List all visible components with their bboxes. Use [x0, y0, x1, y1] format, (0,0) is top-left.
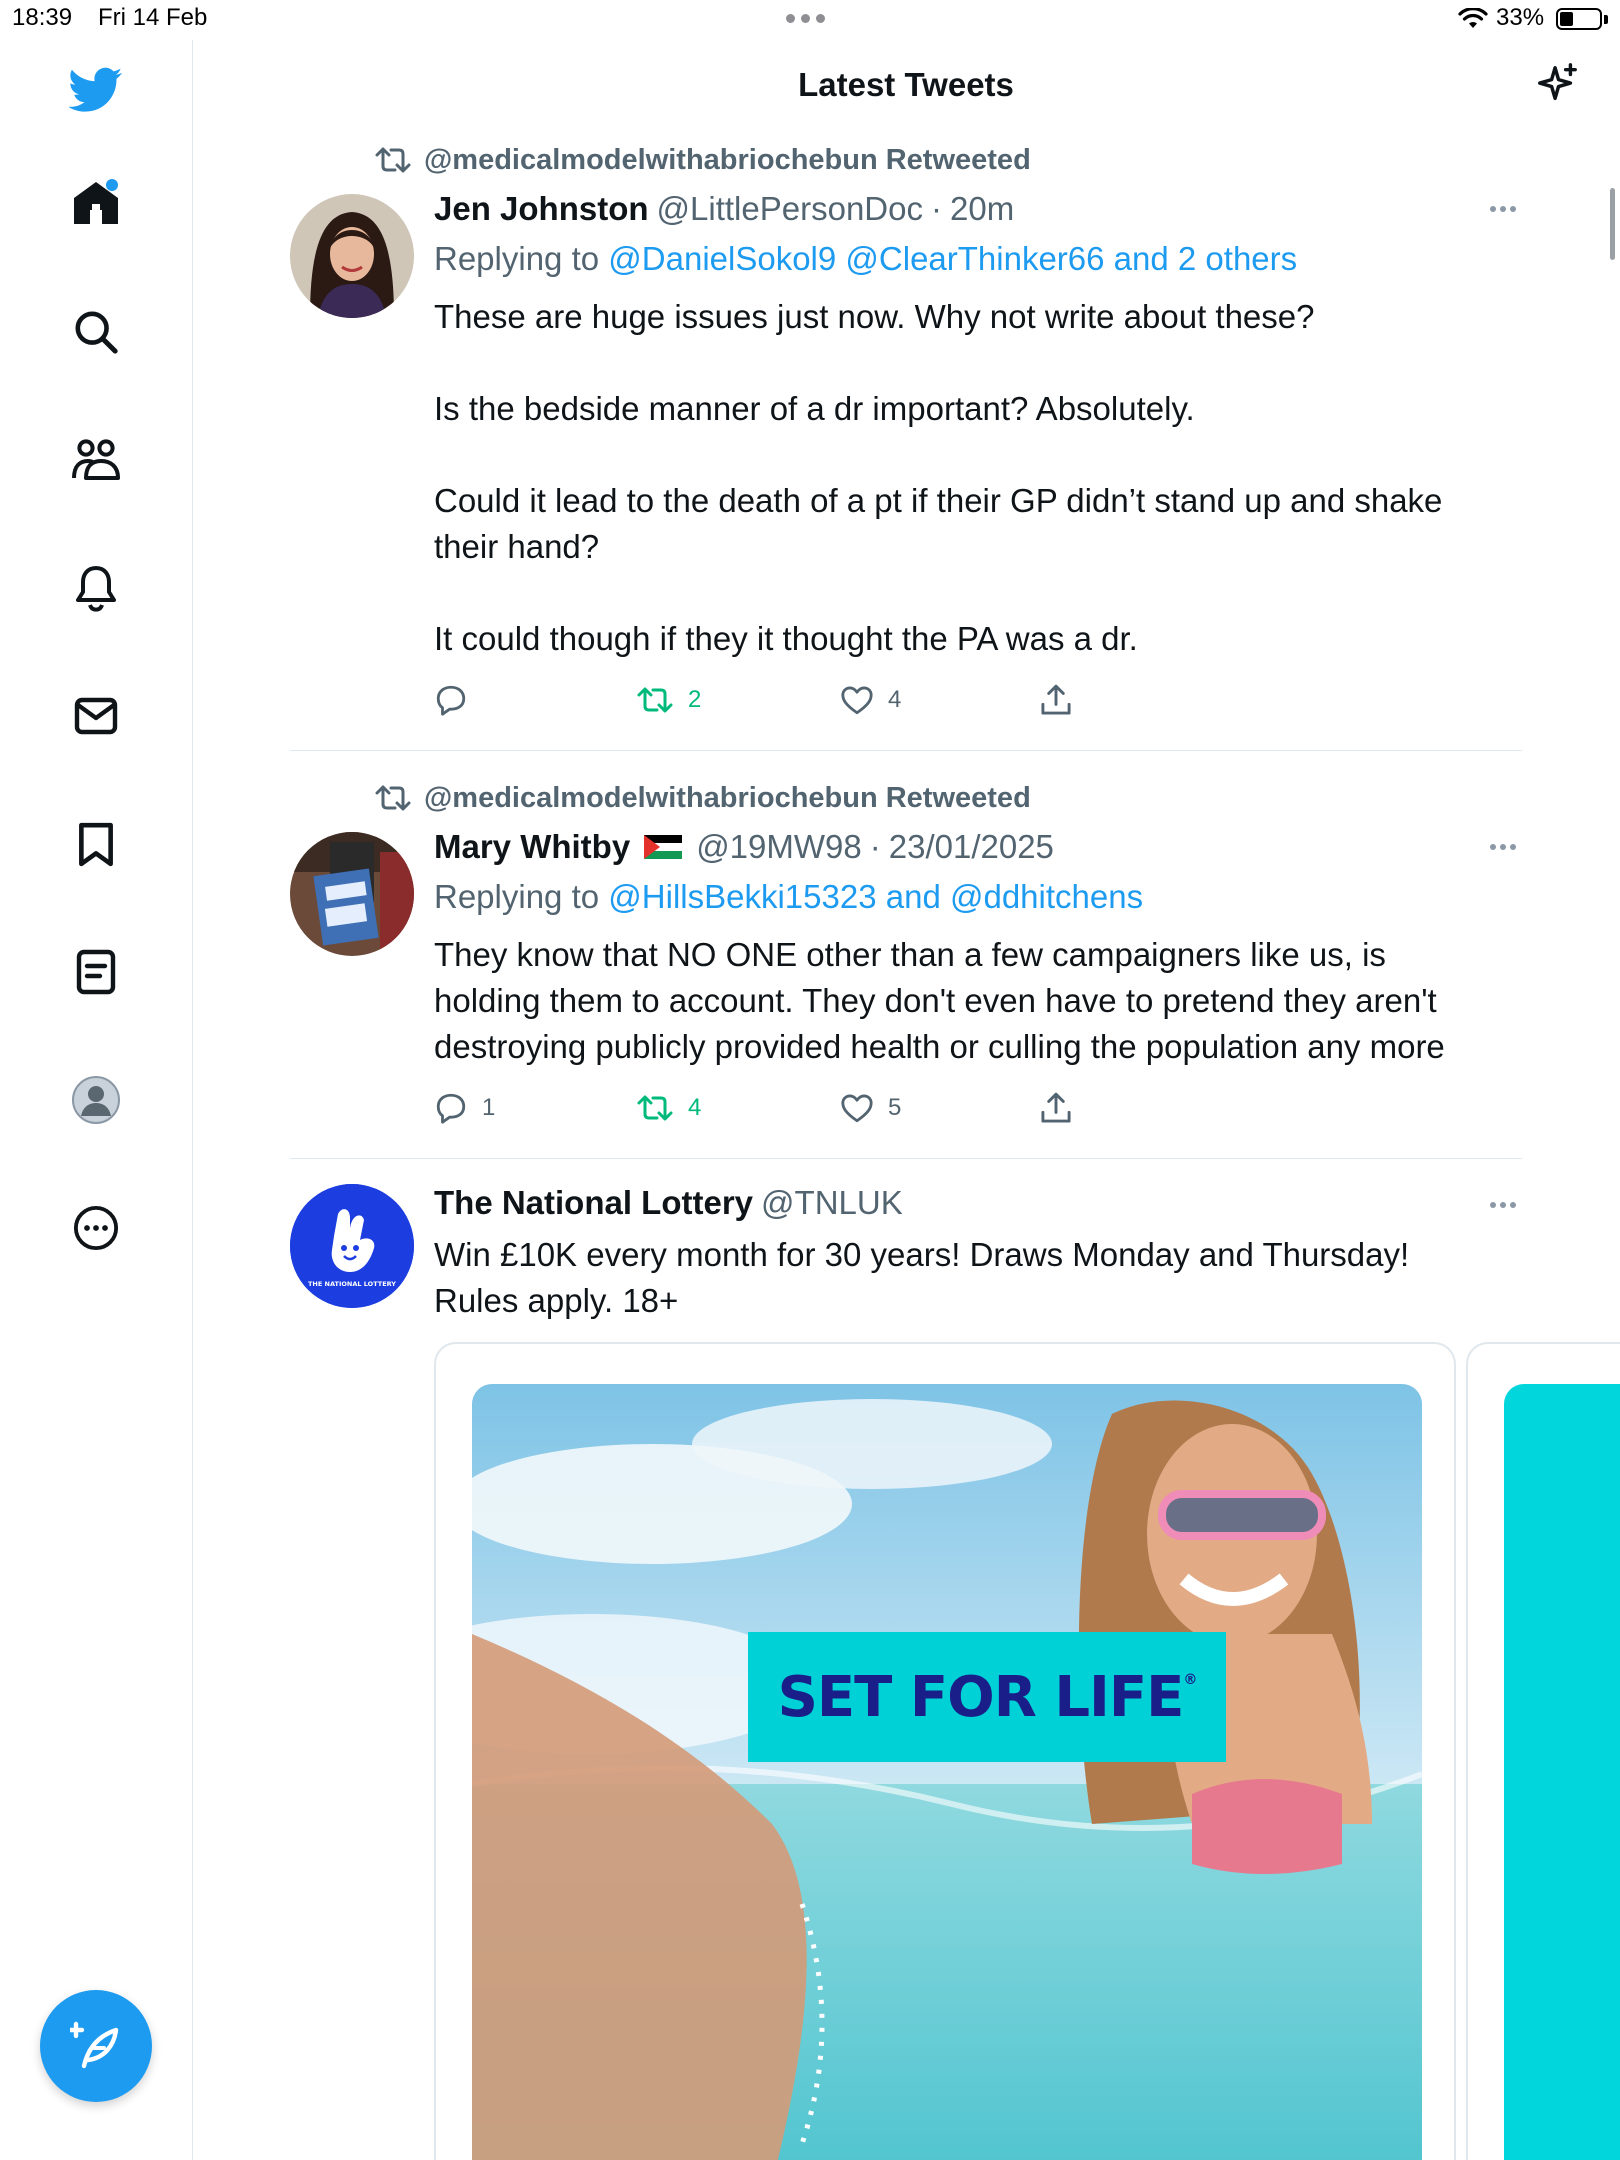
heart-icon [841, 1094, 873, 1123]
tweet-paragraph: These are huge issues just now. Why not … [434, 298, 1315, 335]
tweet-text: These are huge issues just now. Why not … [434, 294, 1494, 662]
tweet-header: Mary Whitby @19MW98 · 23/01/2025 [434, 828, 1054, 866]
tweet-paragraph: Is the bedside manner of a dr important?… [434, 390, 1195, 427]
ad-image[interactable]: SET FOR LIFE ® [472, 1384, 1422, 2160]
tweet[interactable]: @medicalmodelwithabriochebun Retweeted M… [290, 778, 1522, 1158]
tweet-time[interactable]: 20m [950, 190, 1014, 228]
share-button[interactable] [1040, 1092, 1072, 1124]
heart-icon [841, 686, 873, 715]
tweet-more-icon[interactable] [1490, 206, 1522, 216]
battery-icon [1556, 8, 1602, 30]
tweet-text: They know that NO ONE other than a few c… [434, 932, 1494, 1070]
tweet-paragraph: It could though if they it thought the P… [434, 620, 1138, 657]
tweet-paragraph: They know that NO ONE other than a few c… [434, 936, 1445, 1065]
ad-media-card[interactable]: SET FOR LIFE ® [434, 1342, 1456, 2160]
battery-percent: 33% [1496, 4, 1545, 31]
home-icon[interactable] [66, 172, 126, 232]
retweet-count: 2 [688, 686, 702, 713]
retweet-button[interactable]: 4 [636, 1094, 701, 1122]
avatar[interactable] [290, 194, 414, 318]
profile-avatar-icon[interactable] [66, 1070, 126, 1130]
more-circle-icon[interactable] [66, 1198, 126, 1258]
reply-prefix: Replying to [434, 240, 600, 277]
reply-count: 1 [482, 1094, 496, 1121]
display-name[interactable]: Mary Whitby [434, 828, 630, 866]
communities-icon[interactable] [66, 430, 126, 490]
avatar-caption: THE NATIONAL LOTTERY [308, 1280, 396, 1288]
page-title: Latest Tweets [798, 66, 1014, 103]
tweet-more-icon[interactable] [1490, 1202, 1522, 1212]
tweet-paragraph: Could it lead to the death of a pt if th… [434, 482, 1443, 565]
retweet-context: @medicalmodelwithabriochebun Retweeted [374, 778, 1031, 818]
retweet-count: 4 [688, 1094, 702, 1121]
status-time: 18:39 [12, 4, 73, 31]
reply-targets[interactable]: @DanielSokol9 @ClearThinker66 and 2 othe… [608, 240, 1297, 277]
display-name[interactable]: Jen Johnston [434, 190, 649, 228]
reply-icon [436, 685, 466, 716]
like-count: 4 [888, 686, 902, 713]
like-count: 5 [888, 1094, 902, 1121]
avatar[interactable]: THE NATIONAL LOTTERY [290, 1184, 414, 1308]
tweet-header: The National Lottery @TNLUK [434, 1184, 903, 1222]
ad-photo [472, 1384, 1422, 2160]
retweet-icon [637, 687, 673, 713]
tweet[interactable]: @medicalmodelwithabriochebun Retweeted J… [290, 140, 1522, 740]
reply-button[interactable]: 1 [434, 1092, 495, 1124]
retweeted-by-text: @medicalmodelwithabriochebun Retweeted [424, 781, 1031, 814]
divider [290, 1158, 1522, 1159]
tweet-header: Jen Johnston @LittlePersonDoc · 20m [434, 190, 1015, 228]
ad-banner-text: SET FOR LIFE [777, 1664, 1185, 1730]
tweet-text: Win £10K every month for 30 years! Draws… [434, 1232, 1494, 1324]
reply-context: Replying to @DanielSokol9 @ClearThinker6… [434, 240, 1297, 278]
retweet-button[interactable]: 2 [636, 686, 701, 714]
wifi-icon [1458, 8, 1488, 28]
status-bar: 18:39 Fri 14 Feb 33% [0, 0, 1620, 40]
bookmark-icon[interactable] [66, 814, 126, 874]
sidebar [0, 40, 193, 2160]
sparkle-icon[interactable] [1534, 62, 1580, 113]
display-name[interactable]: The National Lottery [434, 1184, 753, 1222]
user-handle[interactable]: @LittlePersonDoc [657, 190, 923, 228]
like-button[interactable]: 4 [840, 685, 901, 715]
retweet-icon [375, 147, 411, 173]
retweet-context: @medicalmodelwithabriochebun Retweeted [374, 140, 1031, 180]
compose-feather-icon [70, 2021, 119, 2069]
tweet-more-icon[interactable] [1490, 844, 1522, 854]
share-button[interactable] [1040, 684, 1072, 716]
reply-icon [436, 1093, 466, 1124]
user-handle[interactable]: @19MW98 [696, 828, 862, 866]
ad-banner-mark: ® [1183, 1672, 1197, 1688]
like-button[interactable]: 5 [840, 1093, 901, 1123]
twitter-bird-icon[interactable] [66, 60, 126, 120]
ad-media-card-next[interactable] [1466, 1342, 1620, 2160]
status-date: Fri 14 Feb [98, 4, 208, 31]
divider [290, 750, 1522, 751]
retweeted-by-text: @medicalmodelwithabriochebun Retweeted [424, 143, 1031, 176]
share-icon [1041, 1092, 1071, 1123]
compose-tweet-button[interactable] [40, 1990, 152, 2102]
user-handle[interactable]: @TNLUK [761, 1184, 903, 1222]
tweet-time[interactable]: 23/01/2025 [889, 828, 1054, 866]
ad-image-next[interactable] [1504, 1384, 1620, 2160]
tweet-paragraph: Win £10K every month for 30 years! Draws… [434, 1236, 1410, 1319]
messages-envelope-icon[interactable] [66, 686, 126, 746]
reply-prefix: Replying to [434, 878, 600, 915]
reply-targets[interactable]: @HillsBekki15323 and @ddhitchens [608, 878, 1143, 915]
reply-context: Replying to @HillsBekki15323 and @ddhitc… [434, 878, 1143, 916]
multitasking-dots-icon[interactable] [786, 14, 825, 23]
retweet-icon [375, 785, 411, 811]
share-icon [1041, 684, 1071, 715]
retweet-icon [637, 1095, 673, 1121]
scrollbar[interactable] [1610, 188, 1615, 260]
avatar[interactable] [290, 832, 414, 956]
ad-banner: SET FOR LIFE ® [748, 1632, 1226, 1762]
lists-icon[interactable] [66, 942, 126, 1002]
reply-button[interactable] [434, 684, 468, 716]
search-icon[interactable] [66, 302, 126, 362]
palestine-flag-icon [644, 835, 683, 859]
notifications-bell-icon[interactable] [66, 558, 126, 618]
